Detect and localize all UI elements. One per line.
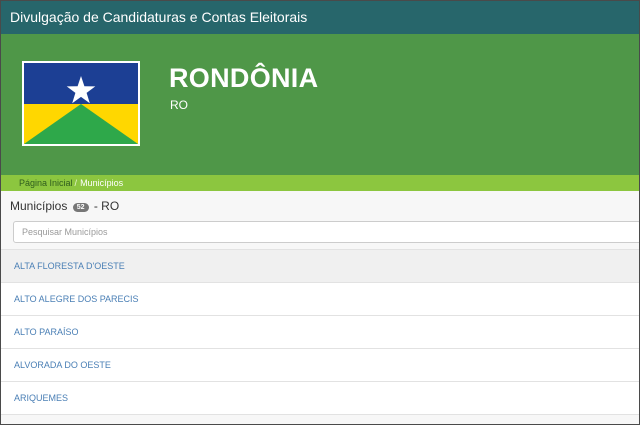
list-item[interactable]: ALTA FLORESTA D'OESTE	[1, 250, 639, 283]
municipality-panel: Municípios 52 - RO ALTA FLORESTA D'OESTE…	[1, 191, 639, 424]
state-code: RO	[170, 98, 188, 112]
top-bar: Divulgação de Candidaturas e Contas Elei…	[1, 1, 639, 34]
breadcrumb-current: Municípios	[80, 178, 124, 188]
list-item[interactable]: ALVORADA DO OESTE	[1, 349, 639, 382]
breadcrumb-home-link[interactable]: Página Inicial	[19, 178, 73, 188]
state-banner: RONDÔNIA RO	[1, 34, 639, 175]
site-title[interactable]: Divulgação de Candidaturas e Contas Elei…	[10, 9, 307, 25]
breadcrumb: Página Inicial / Municípios	[1, 175, 639, 191]
search-container	[1, 221, 639, 249]
rondonia-flag-icon	[24, 63, 138, 144]
state-flag	[22, 61, 140, 146]
list-suffix: - RO	[93, 199, 120, 213]
search-input[interactable]	[13, 221, 639, 243]
list-label: Municípios	[10, 199, 68, 213]
state-name: RONDÔNIA	[169, 63, 319, 93]
list-header: Municípios 52 - RO	[1, 191, 639, 221]
breadcrumb-separator: /	[74, 178, 78, 188]
list-item[interactable]: ALTO PARAÍSO	[1, 316, 639, 349]
municipality-list: ALTA FLORESTA D'OESTE ALTO ALEGRE DOS PA…	[1, 249, 639, 415]
list-item[interactable]: ALTO ALEGRE DOS PARECIS	[1, 283, 639, 316]
count-badge: 52	[72, 203, 89, 212]
list-item[interactable]: ARIQUEMES	[1, 382, 639, 415]
page: Divulgação de Candidaturas e Contas Elei…	[0, 0, 640, 425]
